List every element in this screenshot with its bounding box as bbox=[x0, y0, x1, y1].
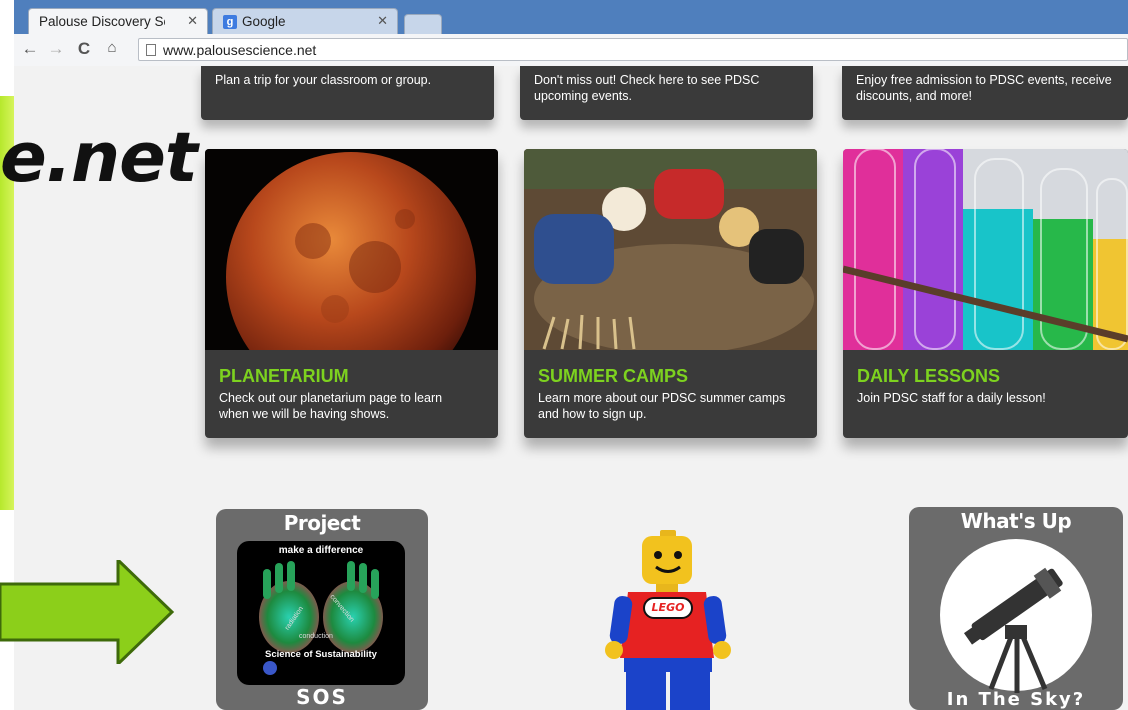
kids-digging-image bbox=[524, 149, 817, 350]
nsf-logo-icon bbox=[263, 661, 277, 675]
tab-palouse[interactable]: Palouse Discovery Sc ✕ bbox=[28, 8, 208, 34]
tab-title: Google bbox=[242, 14, 286, 29]
telescope-icon bbox=[940, 539, 1092, 693]
sos-word: conduction bbox=[299, 633, 333, 640]
badge-heading: Project bbox=[283, 511, 361, 535]
moon-image bbox=[205, 149, 498, 350]
lego-minifigure-icon[interactable] bbox=[602, 530, 734, 710]
back-arrow-icon[interactable]: ← bbox=[20, 39, 40, 59]
project-sos-badge[interactable]: Project make a difference radiation conv… bbox=[216, 509, 428, 710]
address-bar[interactable]: www.palousescience.net bbox=[138, 38, 1128, 61]
tab-google[interactable]: g Google ✕ bbox=[212, 8, 398, 34]
top-card-membership[interactable]: Enjoy free admission to PDSC events, rec… bbox=[842, 66, 1128, 120]
whats-up-badge[interactable]: What's Up In The Sky? bbox=[909, 507, 1123, 710]
top-card-events[interactable]: Don't miss out! Check here to see PDSC u… bbox=[520, 66, 813, 120]
top-card-text: Don't miss out! Check here to see PDSC u… bbox=[534, 73, 760, 103]
top-card-text: Enjoy free admission to PDSC events, rec… bbox=[856, 73, 1112, 103]
sos-tagline: make a difference bbox=[278, 545, 364, 556]
address-text: www.palousescience.net bbox=[163, 41, 317, 58]
new-tab-button[interactable] bbox=[404, 14, 442, 35]
card-title[interactable]: SUMMER CAMPS bbox=[538, 366, 688, 387]
tab-strip: Palouse Discovery Sc ✕ g Google ✕ bbox=[14, 0, 1128, 35]
sos-science-label: Science of Sustainability bbox=[265, 649, 377, 660]
reload-icon[interactable]: C bbox=[74, 39, 94, 59]
badge-heading: What's Up bbox=[960, 509, 1072, 533]
hands-icon bbox=[259, 561, 383, 653]
test-tubes-image bbox=[843, 149, 1128, 350]
browser-toolbar: ← → C ⌂ www.palousescience.net bbox=[14, 34, 1128, 67]
close-icon[interactable]: ✕ bbox=[377, 13, 388, 29]
home-icon[interactable]: ⌂ bbox=[102, 39, 122, 56]
arrow-right-icon bbox=[0, 560, 175, 664]
card-summer-camps[interactable]: SUMMER CAMPS Learn more about our PDSC s… bbox=[524, 149, 817, 438]
google-favicon-icon: g bbox=[223, 14, 237, 29]
card-description: Check out our planetarium page to learn … bbox=[219, 391, 443, 421]
close-icon[interactable]: ✕ bbox=[187, 13, 198, 29]
page-icon bbox=[146, 43, 156, 56]
top-card-field-trips[interactable]: Plan a trip for your classroom or group. bbox=[201, 66, 494, 120]
card-planetarium[interactable]: PLANETARIUM Check out our planetarium pa… bbox=[205, 149, 498, 438]
card-description: Learn more about our PDSC summer camps a… bbox=[538, 391, 786, 421]
badge-footer: In The Sky? bbox=[946, 689, 1086, 710]
card-title[interactable]: PLANETARIUM bbox=[219, 366, 349, 387]
tab-title: Palouse Discovery Sc bbox=[39, 14, 165, 29]
card-description: Join PDSC staff for a daily lesson! bbox=[857, 391, 1046, 405]
badge-footer: SOS bbox=[296, 685, 348, 709]
sos-logo: make a difference radiation convection c… bbox=[237, 541, 405, 685]
lego-label: LEGO bbox=[651, 601, 685, 614]
slide-overlay-text: e.net bbox=[0, 118, 198, 198]
forward-arrow-icon[interactable]: → bbox=[46, 39, 66, 59]
card-daily-lessons[interactable]: DAILY LESSONS Join PDSC staff for a dail… bbox=[843, 149, 1128, 438]
card-title[interactable]: DAILY LESSONS bbox=[857, 366, 1000, 387]
top-card-text: Plan a trip for your classroom or group. bbox=[215, 73, 432, 87]
